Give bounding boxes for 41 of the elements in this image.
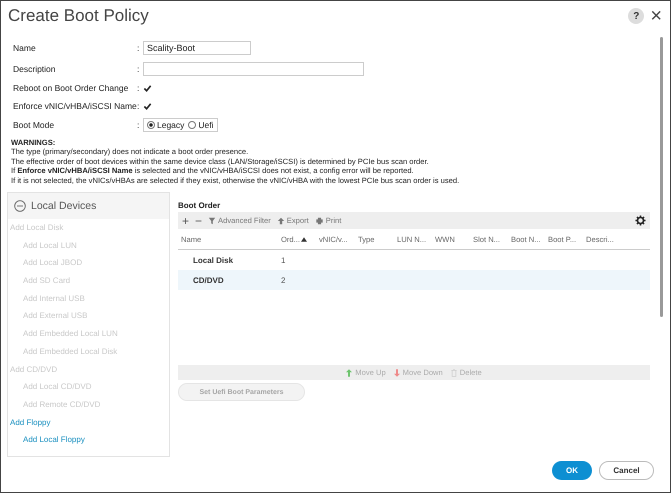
up-arrow-icon: [346, 368, 352, 377]
trash-icon: [450, 368, 457, 377]
up-arrow-icon: [276, 216, 285, 225]
table-cell-text: 1: [281, 256, 286, 265]
scrollbar[interactable]: [660, 37, 663, 317]
colon: :: [137, 42, 140, 52]
radio-option[interactable]: Legacy: [147, 120, 184, 130]
table-row[interactable]: Local Disk 1: [178, 250, 650, 270]
colon: :: [137, 101, 140, 111]
name-field[interactable]: Scality-Boot: [143, 40, 251, 54]
close-button[interactable]: ×: [650, 6, 662, 26]
checkbox[interactable]: [143, 84, 152, 92]
ok-button[interactable]: OK: [552, 461, 592, 480]
table-row[interactable]: CD/DVD 2: [178, 270, 650, 290]
field-label: Name: [13, 42, 37, 52]
local-devices-header[interactable]: Local Devices: [8, 193, 169, 220]
table-cell-text: Local Disk: [192, 256, 234, 265]
filter-icon: [208, 216, 216, 225]
field-label: Description: [13, 64, 57, 74]
description-field[interactable]: [143, 62, 364, 76]
help-button[interactable]: ?: [628, 8, 644, 24]
cancel-button[interactable]: Cancel: [599, 461, 654, 480]
device-group-link[interactable]: Add Floppy: [8, 414, 169, 432]
field-label: Enforce vNIC/vHBA/iSCSI Name: [13, 101, 137, 111]
section-title: Boot Order: [178, 201, 222, 210]
radio-option[interactable]: Uefi: [188, 120, 214, 130]
checkbox[interactable]: [143, 102, 152, 110]
table-cell-text: 2: [281, 276, 286, 285]
down-arrow-icon: [394, 368, 400, 377]
colon: :: [137, 120, 140, 130]
device-link[interactable]: Add Local Floppy: [8, 431, 169, 449]
field-label: Boot Mode: [13, 120, 56, 130]
field-label: Reboot on Boot Order Change: [13, 83, 130, 93]
colon: :: [137, 64, 140, 74]
colon: :: [137, 83, 140, 93]
window-title: Create Boot Policy: [8, 6, 150, 26]
settings-icon[interactable]: [635, 215, 646, 226]
toolbar-button[interactable]: −: [195, 214, 202, 228]
table-cell-text: CD/DVD: [192, 276, 225, 285]
section-title: Local Devices: [31, 200, 96, 212]
toolbar-button[interactable]: +: [182, 214, 190, 228]
